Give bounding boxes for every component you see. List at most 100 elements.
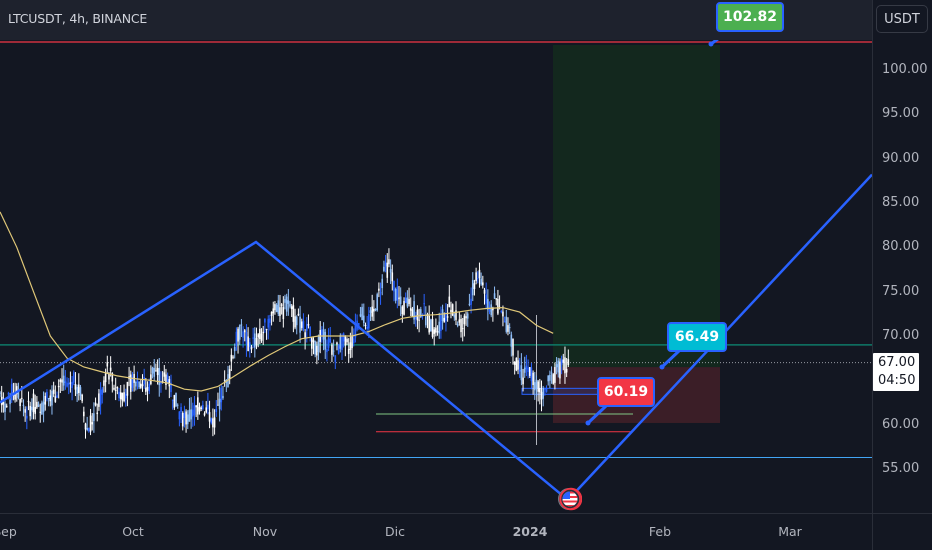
candle-body (180, 407, 182, 413)
candle-body (114, 389, 117, 391)
candle-body (515, 357, 518, 371)
candle-body (386, 262, 389, 278)
price-tick-label: 95.00 (882, 106, 920, 122)
candle-body (138, 382, 140, 388)
candle-body (428, 315, 430, 333)
candle-body (168, 379, 171, 387)
candle-body (292, 305, 295, 322)
candle-body (305, 324, 308, 331)
candle-body (352, 338, 355, 344)
candle-body (31, 406, 33, 411)
target-callout[interactable]: 102.82 (716, 2, 784, 32)
candle-body (497, 298, 499, 314)
candle-body (183, 412, 186, 418)
candle-body (321, 329, 323, 336)
candle-body (67, 382, 70, 385)
candle-body (104, 373, 107, 383)
candle-body (539, 388, 541, 393)
candle-body (460, 318, 462, 333)
candle-body (186, 414, 189, 425)
candle-body (124, 394, 127, 399)
candle-body (86, 428, 88, 430)
candle-body (404, 297, 407, 303)
candle-body (243, 330, 246, 333)
candle-body (269, 318, 271, 323)
price-tick-label: 55.00 (882, 461, 920, 476)
candle-body (233, 346, 236, 352)
candle-body (326, 349, 328, 353)
candle-body (316, 345, 318, 356)
candle-body (215, 408, 218, 412)
candle-body (98, 393, 100, 407)
candle-body (252, 337, 254, 339)
candle-body (456, 323, 459, 326)
candle-body (19, 399, 21, 407)
candle-body (314, 341, 316, 355)
candle-body (505, 316, 508, 332)
candle-body (391, 272, 394, 282)
candle-body (371, 306, 373, 317)
candle-body (270, 311, 273, 316)
candle-body (431, 319, 434, 337)
target-zone (553, 44, 720, 368)
candle-body (210, 418, 213, 423)
candle-body (440, 315, 442, 331)
chart-container[interactable]: LTCUSDT, 4h, BINANCE USDT 100.00 95.00 90.… (0, 0, 932, 550)
candle-body (71, 381, 73, 388)
target-callout-leader-anchor (708, 41, 714, 47)
candle-body (155, 370, 157, 372)
currency-button[interactable]: USDT (876, 5, 928, 33)
candle-body (545, 387, 548, 392)
candle-body (334, 355, 337, 362)
candle-body (7, 393, 10, 395)
candle-body (134, 381, 137, 387)
candle-body (56, 395, 58, 398)
candle-body (425, 316, 427, 326)
candle-body (332, 350, 335, 352)
candle-body (185, 411, 187, 425)
candle-body (217, 404, 219, 406)
candle-body (41, 402, 43, 415)
candle-body (0, 392, 1, 394)
entry-callout[interactable]: 66.49 (667, 322, 727, 352)
us-flag-economic-event-icon[interactable] (558, 487, 582, 511)
candle-body (470, 298, 472, 305)
candle-body (378, 288, 380, 291)
candle-body (349, 342, 352, 350)
candle-body (145, 387, 147, 392)
candle-body (528, 367, 531, 376)
candle-body (508, 327, 511, 329)
candle-body (527, 367, 529, 372)
candle-body (364, 324, 367, 326)
candle-body (465, 316, 467, 319)
candle-body (10, 384, 13, 401)
candle-body (99, 389, 102, 405)
candle-body (158, 367, 161, 386)
time-tick-label: Sep (0, 524, 17, 539)
candle-body (347, 349, 350, 354)
candle-body (544, 388, 546, 390)
candle-body (191, 409, 194, 417)
candle-body (116, 386, 119, 389)
candle-body (393, 280, 395, 292)
candle-body (389, 268, 392, 273)
candle-body (453, 314, 456, 318)
candle-body (238, 325, 241, 340)
price-chart[interactable] (0, 0, 932, 550)
candle-body (488, 308, 491, 312)
candle-body (383, 266, 385, 271)
stop-callout[interactable]: 60.19 (597, 377, 655, 407)
candle-body (416, 309, 419, 321)
stop-callout-leader-anchor (585, 420, 591, 426)
candle-body (200, 407, 202, 410)
candle-body (208, 412, 211, 422)
candle-body (500, 311, 503, 313)
candle-body (64, 381, 67, 384)
candle-body (507, 325, 509, 332)
candle-body (79, 387, 82, 396)
candle-body (248, 342, 251, 347)
symbol-title[interactable]: LTCUSDT, 4h, BINANCE (8, 11, 147, 26)
candle-body (62, 375, 65, 386)
entry-callout-leader-anchor (659, 364, 665, 370)
candle-body (175, 392, 177, 407)
